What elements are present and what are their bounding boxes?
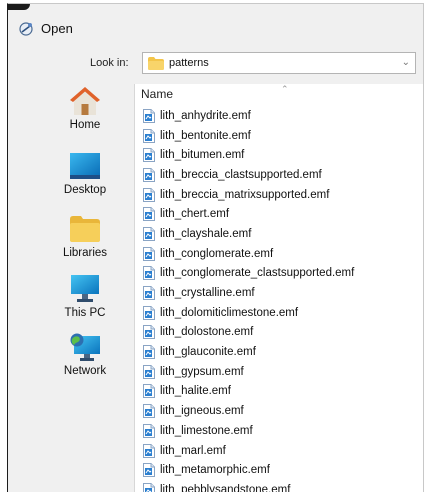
file-row[interactable]: lith_conglomerate.emf xyxy=(143,244,354,264)
place-label: Home xyxy=(69,119,101,131)
file-row[interactable]: lith_pebblysandstone.emf xyxy=(143,480,354,492)
file-list[interactable]: Name ⌃ lith_anhydrite.emf lith_bentonite.… xyxy=(134,84,423,492)
file-row[interactable]: lith_bentonite.emf xyxy=(143,126,354,146)
file-row[interactable]: lith_dolomiticlimestone.emf xyxy=(143,303,354,323)
open-dialog: Open Look in: patterns ⌄ Home Desktop Li… xyxy=(7,3,424,492)
emf-file-icon xyxy=(143,423,155,438)
emf-file-icon xyxy=(143,226,155,241)
file-name: lith_bitumen.emf xyxy=(160,149,245,162)
file-row[interactable]: lith_metamorphic.emf xyxy=(143,460,354,480)
file-row[interactable]: lith_limestone.emf xyxy=(143,421,354,441)
home-icon xyxy=(68,84,102,118)
file-name: lith_pebblysandstone.emf xyxy=(160,483,291,492)
file-row[interactable]: lith_conglomerate_clastsupported.emf xyxy=(143,264,354,284)
file-name: lith_breccia_matrixsupported.emf xyxy=(160,188,330,201)
file-name: lith_metamorphic.emf xyxy=(160,464,270,477)
libraries-folder-icon xyxy=(68,212,102,246)
file-row[interactable]: lith_igneous.emf xyxy=(143,401,354,421)
emf-file-icon xyxy=(143,246,155,261)
emf-file-icon xyxy=(143,404,155,419)
desktop-icon xyxy=(68,149,102,183)
name-column-header[interactable]: Name xyxy=(141,87,173,101)
place-label: Libraries xyxy=(62,247,108,259)
sort-ascending-icon: ⌃ xyxy=(281,84,289,94)
file-row[interactable]: lith_crystalline.emf xyxy=(143,283,354,303)
file-row[interactable]: lith_chert.emf xyxy=(143,204,354,224)
emf-file-icon xyxy=(143,364,155,379)
file-name: lith_gypsum.emf xyxy=(160,365,244,378)
place-label: Network xyxy=(63,365,107,377)
file-name: lith_marl.emf xyxy=(160,444,226,457)
emf-file-icon xyxy=(143,108,155,123)
file-row[interactable]: lith_anhydrite.emf xyxy=(143,106,354,126)
emf-file-icon xyxy=(143,187,155,202)
file-name: lith_dolostone.emf xyxy=(160,326,254,339)
file-name: lith_bentonite.emf xyxy=(160,129,251,142)
file-row[interactable]: lith_clayshale.emf xyxy=(143,224,354,244)
file-name: lith_conglomerate_clastsupported.emf xyxy=(160,267,355,280)
file-name: lith_conglomerate.emf xyxy=(160,247,274,260)
look-in-combobox[interactable]: patterns ⌄ xyxy=(142,52,416,74)
look-in-label: Look in: xyxy=(90,57,129,69)
emf-file-icon xyxy=(143,128,155,143)
file-row[interactable]: lith_marl.emf xyxy=(143,441,354,461)
file-row[interactable]: lith_bitumen.emf xyxy=(143,145,354,165)
file-row[interactable]: lith_breccia_clastsupported.emf xyxy=(143,165,354,185)
place-label: Desktop xyxy=(63,184,107,196)
place-desktop[interactable]: Desktop xyxy=(40,149,130,196)
emf-file-icon xyxy=(143,305,155,320)
file-row[interactable]: lith_dolostone.emf xyxy=(143,323,354,343)
file-name: lith_dolomiticlimestone.emf xyxy=(160,306,299,319)
file-name: lith_igneous.emf xyxy=(160,405,244,418)
emf-file-icon xyxy=(143,482,155,492)
file-row[interactable]: lith_halite.emf xyxy=(143,382,354,402)
file-rows: lith_anhydrite.emf lith_bentonite.emflith… xyxy=(143,106,354,492)
emf-file-icon xyxy=(143,266,155,281)
computer-icon xyxy=(68,272,102,306)
file-name: lith_clayshale.emf xyxy=(160,227,252,240)
place-libraries[interactable]: Libraries xyxy=(40,212,130,259)
window-title: Open xyxy=(41,20,73,36)
file-name: lith_chert.emf xyxy=(160,208,230,221)
file-name: lith_limestone.emf xyxy=(160,424,253,437)
place-label: This PC xyxy=(64,307,106,319)
place-network[interactable]: Network xyxy=(40,330,130,377)
file-row[interactable]: lith_gypsum.emf xyxy=(143,362,354,382)
emf-file-icon xyxy=(143,345,155,360)
file-name: lith_halite.emf xyxy=(160,385,231,398)
file-name: lith_crystalline.emf xyxy=(160,287,255,300)
emf-file-icon xyxy=(143,207,155,222)
place-this-pc[interactable]: This PC xyxy=(40,272,130,319)
emf-file-icon xyxy=(143,443,155,458)
emf-file-icon xyxy=(143,325,155,340)
app-icon xyxy=(18,20,35,37)
file-name: lith_anhydrite.emf xyxy=(160,109,251,122)
file-name: lith_glauconite.emf xyxy=(160,346,256,359)
file-name: lith_breccia_clastsupported.emf xyxy=(160,168,322,181)
emf-file-icon xyxy=(143,384,155,399)
title-bar[interactable]: Open xyxy=(18,18,73,38)
emf-file-icon xyxy=(143,463,155,478)
file-row[interactable]: lith_breccia_matrixsupported.emf xyxy=(143,185,354,205)
folder-icon xyxy=(148,56,164,70)
dark-corner xyxy=(8,4,30,10)
network-icon xyxy=(68,330,102,364)
emf-file-icon xyxy=(143,167,155,182)
look-in-value: patterns xyxy=(169,57,209,69)
chevron-down-icon[interactable]: ⌄ xyxy=(402,57,410,68)
place-home[interactable]: Home xyxy=(40,84,130,131)
emf-file-icon xyxy=(143,286,155,301)
file-row[interactable]: lith_glauconite.emf xyxy=(143,342,354,362)
emf-file-icon xyxy=(143,148,155,163)
